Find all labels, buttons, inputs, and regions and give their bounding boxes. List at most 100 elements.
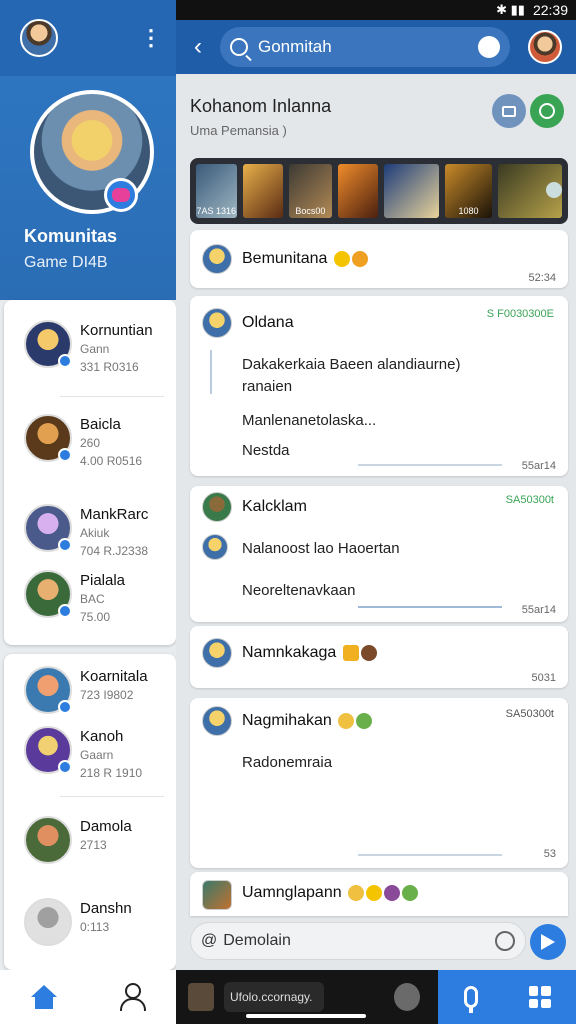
- friend-meta: 75.00: [80, 610, 111, 624]
- avatar: [202, 308, 232, 338]
- gallery-thumb[interactable]: [242, 164, 284, 218]
- smile-emoji-icon: [338, 712, 355, 729]
- friend-name: Baicla: [80, 416, 121, 433]
- friend-meta: 4.00 R0516: [80, 454, 143, 468]
- smile-emoji-icon: [402, 884, 419, 901]
- media-strip: Ufolo.ccornagy.: [176, 970, 438, 1024]
- home-icon[interactable]: [31, 985, 57, 1009]
- check-button[interactable]: [530, 94, 564, 128]
- message-tag: SA50300t: [505, 708, 554, 720]
- face-emoji-icon: [360, 644, 377, 661]
- gallery-thumb[interactable]: [337, 164, 379, 218]
- progress-bar: [358, 606, 502, 608]
- community-subtitle: Game DI4B: [24, 254, 108, 271]
- chat-message[interactable]: Oldana S F0030300E Dakakerkaia Baeen ala…: [190, 296, 568, 476]
- friend-name: Danshn: [80, 900, 132, 917]
- friends-list-bottom: Koarnitala 723 I9802 Kanoh Gaarn 218 R 1…: [4, 654, 176, 970]
- avatar: [24, 816, 72, 864]
- emoji-icon[interactable]: [495, 931, 515, 951]
- avatar[interactable]: [528, 30, 562, 64]
- message-tag: S F0030300E: [486, 308, 554, 320]
- gallery-button[interactable]: [492, 94, 526, 128]
- more-menu-icon[interactable]: ⋮: [140, 25, 162, 51]
- chat-message[interactable]: Nagmihakan SA50300t Radonemraia 53: [190, 698, 568, 868]
- message-text: Neoreltenavkaan: [242, 582, 356, 599]
- gallery-thumb[interactable]: 7AS 1316: [196, 164, 237, 218]
- friend-sub: 260: [80, 436, 101, 450]
- friend-sub: 723 I9802: [80, 688, 134, 702]
- online-dot: [58, 538, 72, 552]
- community-title: Komunitas: [24, 226, 118, 246]
- friend-sub: Gaarn: [80, 748, 114, 762]
- chat-badge-icon[interactable]: [104, 178, 138, 212]
- left-panel: ⋮ Komunitas Game DI4B Kornuntian Gann 33…: [0, 0, 176, 1024]
- media-gallery: 7AS 1316 Bocs00 1080: [190, 158, 568, 224]
- grid-icon[interactable]: [528, 986, 551, 1008]
- message-text: Nalanoost lao Haoertan: [242, 540, 400, 557]
- face-emoji-icon: [384, 884, 401, 901]
- star-emoji-icon: [333, 250, 350, 267]
- message-text: ranaien: [242, 378, 293, 395]
- media-label[interactable]: Ufolo.ccornagy.: [224, 982, 324, 1012]
- friend-meta: 218 R 1910: [80, 766, 143, 780]
- message-text: Manlenanetolaska...: [242, 412, 377, 429]
- online-dot: [58, 354, 72, 368]
- list-item[interactable]: Koarnitala 723 I9802: [24, 666, 174, 726]
- message-author: Nagmihakan: [242, 712, 373, 730]
- online-dot: [58, 760, 72, 774]
- message-author: Uamnglapann: [242, 884, 419, 902]
- list-item[interactable]: Baicla 260 4.00 R0516: [24, 414, 174, 474]
- chat-message[interactable]: Kalcklam SA50300t Nalanoost lao Haoertan…: [190, 486, 568, 622]
- message-author: Bemunitana: [242, 250, 368, 268]
- gallery-check-icon[interactable]: [546, 182, 562, 198]
- chat-topbar: ‹ Gonmitah: [176, 20, 576, 74]
- media-thumb[interactable]: [394, 983, 420, 1011]
- profile-search-icon[interactable]: [478, 36, 500, 58]
- community-info: Kohanom Inlanna Uma Pemansia ): [190, 96, 331, 138]
- friend-name: Kornuntian: [80, 322, 153, 339]
- input-placeholder: Demolain: [223, 932, 291, 949]
- gallery-thumb[interactable]: Bocs00: [289, 164, 332, 218]
- gallery-thumb[interactable]: [384, 164, 440, 218]
- gallery-thumb[interactable]: 1080: [445, 164, 492, 218]
- avatar: [24, 898, 72, 946]
- message-author: Oldana: [242, 314, 294, 331]
- microphone-icon[interactable]: [463, 986, 478, 1013]
- gift-emoji-icon: [342, 644, 359, 661]
- progress-bar: [358, 854, 502, 856]
- back-arrow-icon[interactable]: ‹: [176, 33, 220, 61]
- friends-list-top: Kornuntian Gann 331 R0316 Baicla 260 4.0…: [4, 300, 176, 645]
- friend-name: Damola: [80, 818, 132, 835]
- check-icon: [539, 103, 555, 119]
- list-item[interactable]: Kanoh Gaarn 218 R 1910: [24, 726, 174, 786]
- thumbs-emoji-icon: [348, 884, 365, 901]
- list-item[interactable]: MankRarc Akiuk 704 R.J2338: [24, 504, 174, 564]
- community-header: ⋮ Komunitas Game DI4B: [0, 0, 176, 300]
- message-text: Dakakerkaia Baeen alandiaurne): [242, 356, 461, 373]
- status-time: 22:39: [532, 2, 568, 18]
- friend-name: MankRarc: [80, 506, 149, 523]
- user-avatar[interactable]: [20, 19, 58, 57]
- online-dot: [58, 448, 72, 462]
- list-item[interactable]: Pialala BAC 75.00: [24, 570, 174, 630]
- list-item[interactable]: Kornuntian Gann 331 R0316: [24, 320, 174, 380]
- message-time: 5031: [531, 672, 556, 684]
- message-text: Radonemraia: [242, 754, 333, 771]
- avatar: [202, 492, 232, 522]
- search-bar[interactable]: Gonmitah: [220, 27, 510, 67]
- message-input[interactable]: @ Demolain: [190, 922, 526, 960]
- media-thumb[interactable]: [188, 983, 214, 1011]
- search-label: Gonmitah: [258, 37, 332, 56]
- progress-bar: [358, 464, 502, 466]
- profile-icon[interactable]: [119, 983, 146, 1011]
- chat-message[interactable]: Uamnglapann: [190, 872, 568, 916]
- list-item[interactable]: Damola 2713: [24, 816, 174, 876]
- send-button[interactable]: [530, 924, 566, 960]
- list-item[interactable]: Danshn 0:113: [24, 898, 174, 958]
- star-emoji-icon: [366, 884, 383, 901]
- chat-message[interactable]: Namnkakaga 5031: [190, 626, 568, 688]
- chat-message[interactable]: Bemunitana 52:34: [190, 230, 568, 288]
- friend-sub: 2713: [80, 838, 107, 852]
- friend-sub: Akiuk: [80, 526, 110, 540]
- divider: [60, 396, 164, 397]
